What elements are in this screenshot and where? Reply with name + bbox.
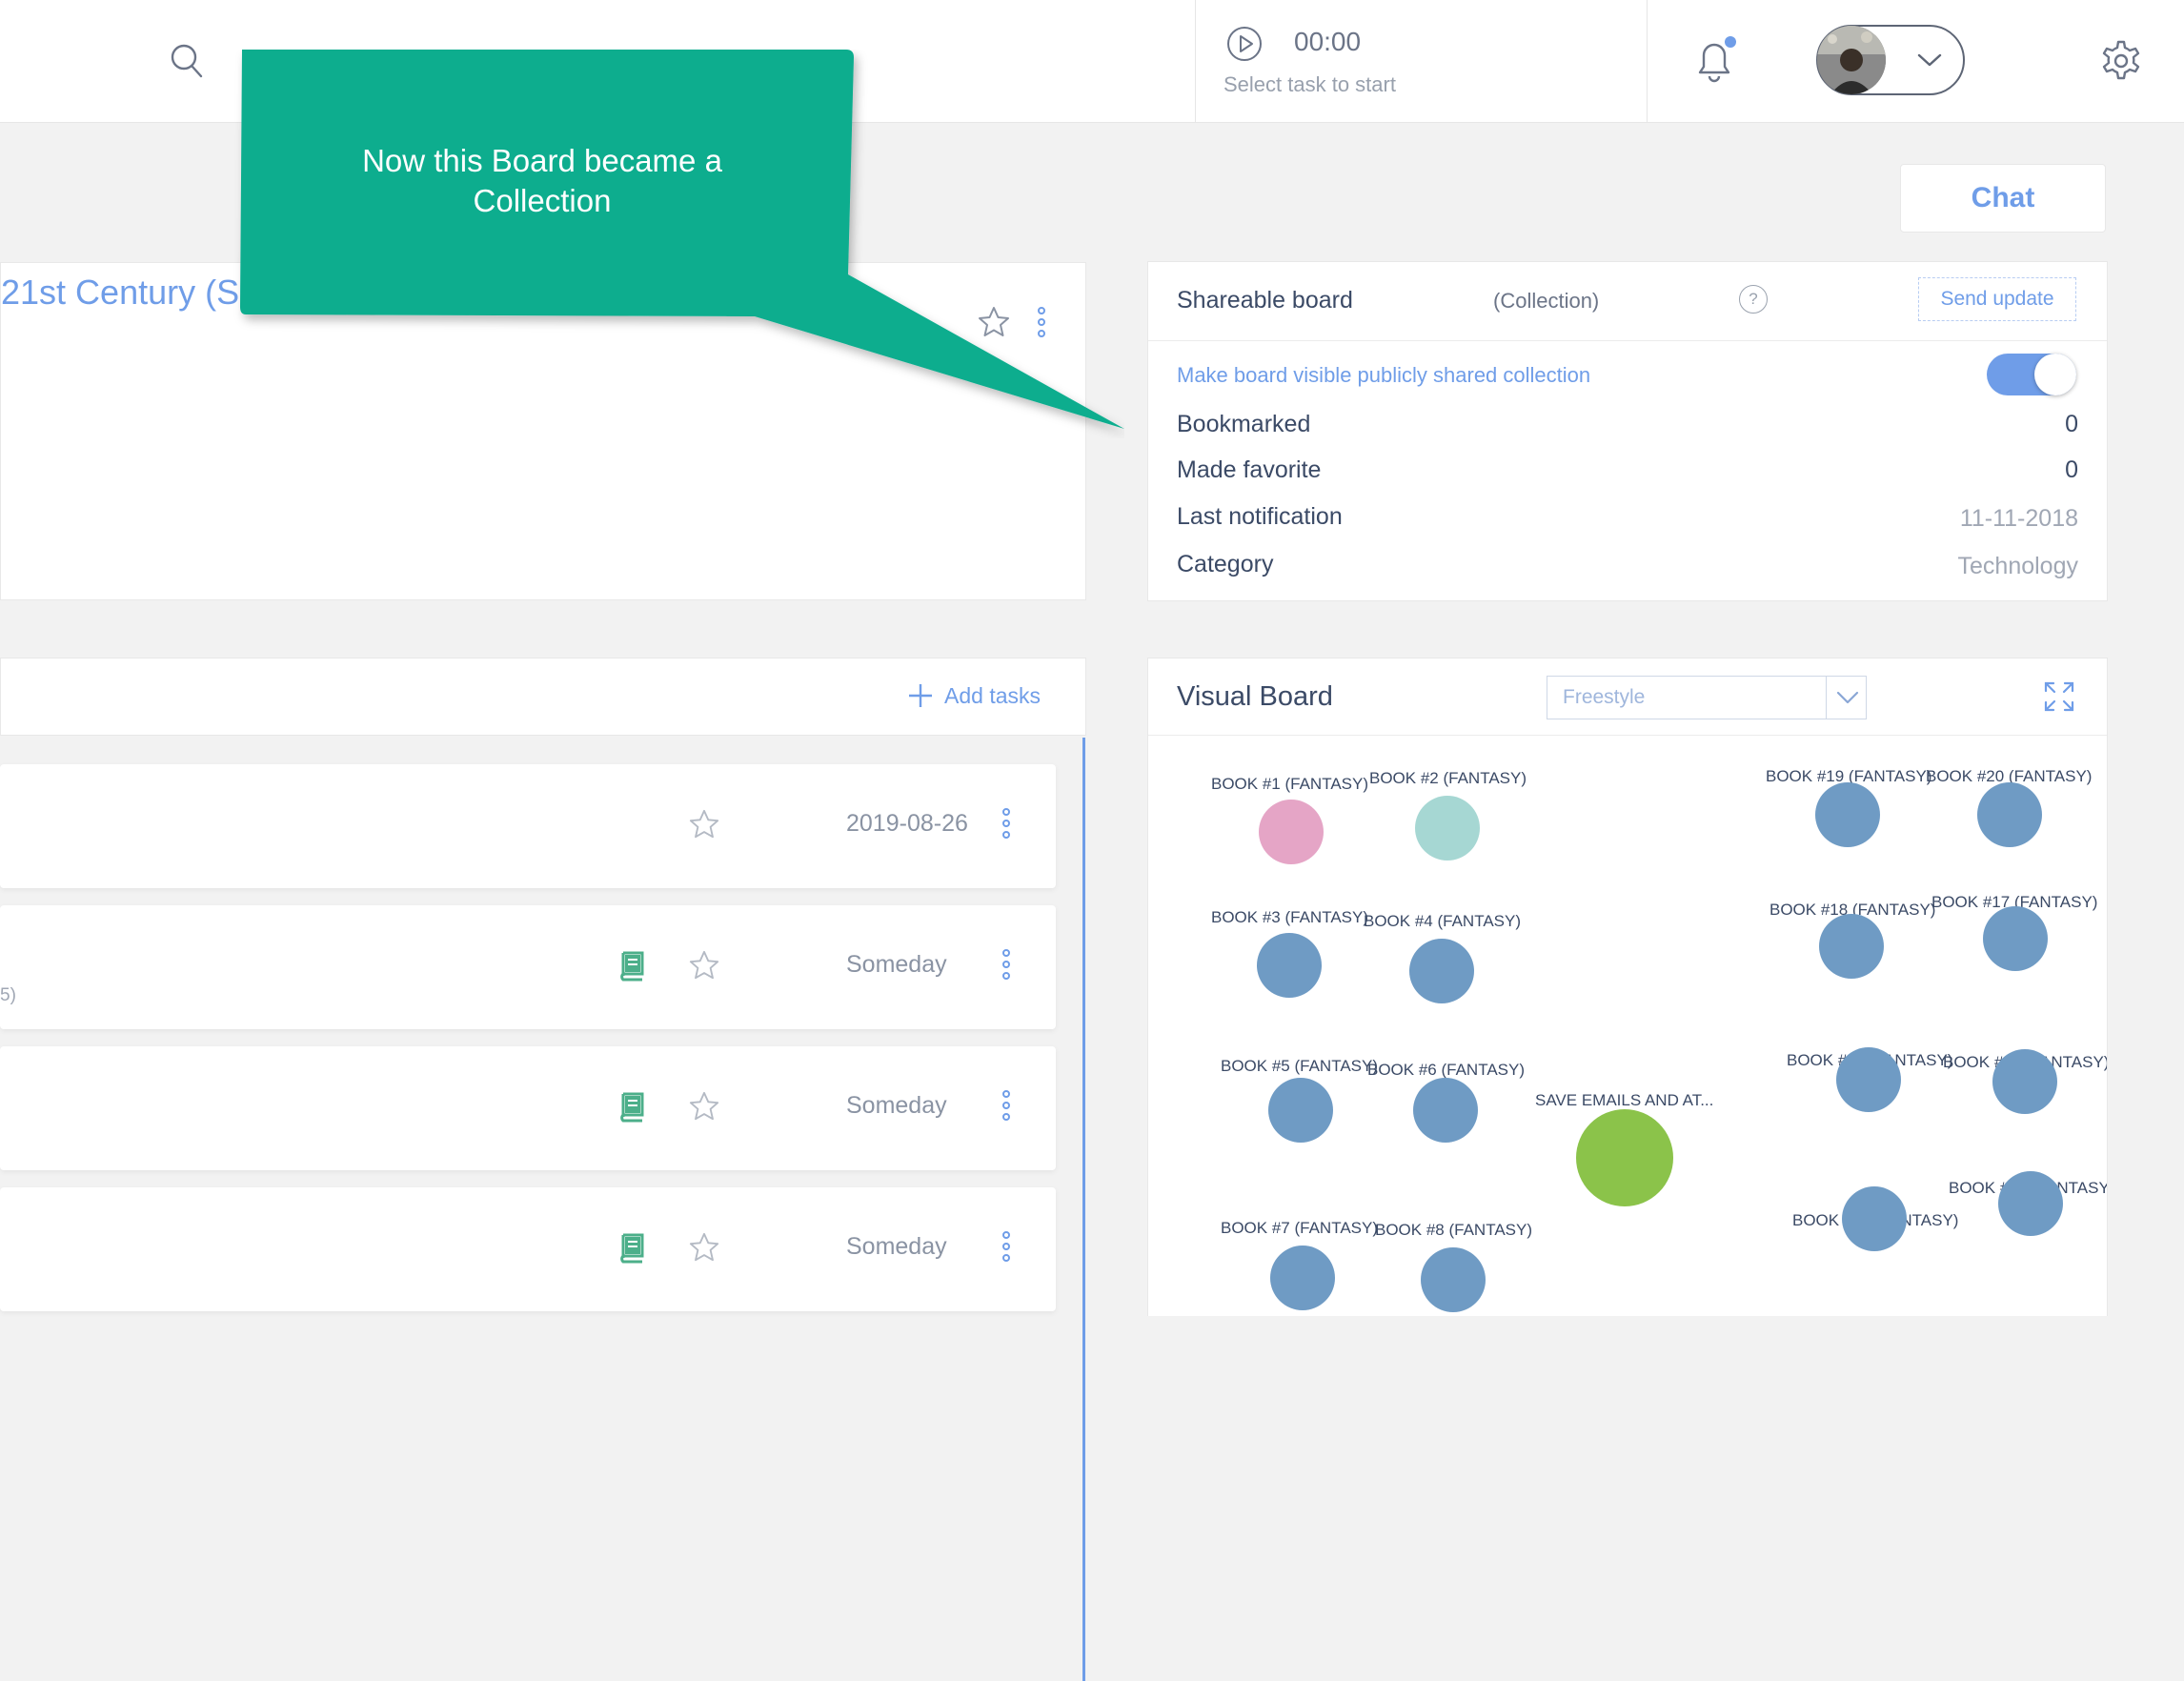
task-note: 5) — [0, 985, 16, 1005]
chat-button[interactable]: Chat — [1900, 164, 2106, 233]
visual-board-title: Visual Board — [1177, 681, 1333, 712]
timer-display: 00:00 — [1294, 27, 1362, 56]
task-menu-icon[interactable] — [1002, 1090, 1010, 1124]
callout-text: Now this Board became a Collection — [362, 143, 722, 218]
stat-label-last-notification: Last notification — [1177, 503, 1343, 530]
scroll-indicator[interactable] — [1082, 738, 1085, 1681]
task-menu-icon[interactable] — [1002, 949, 1010, 983]
chevron-down-icon — [1915, 50, 1944, 71]
shareable-title: Shareable board — [1177, 287, 1353, 314]
send-update-button[interactable]: Send update — [1918, 277, 2076, 321]
add-tasks-button[interactable]: Add tasks — [906, 681, 1041, 710]
board-node[interactable] — [1576, 1109, 1673, 1206]
book-icon — [616, 949, 648, 982]
timer-hint: Select task to start — [1223, 72, 1396, 96]
node-label: SAVE EMAILS AND AT... — [1535, 1091, 1714, 1109]
stat-label-category: Category — [1177, 551, 1274, 577]
board-node[interactable] — [1992, 1049, 2057, 1114]
star-icon[interactable] — [688, 1090, 720, 1123]
task-due-date: Someday — [846, 951, 947, 978]
expand-icon[interactable] — [2042, 679, 2076, 714]
board-node[interactable] — [1998, 1171, 2063, 1236]
chevron-down-icon — [1835, 688, 1860, 707]
board-node[interactable] — [1983, 906, 2048, 971]
task-row[interactable]: 2019-08-26 — [0, 764, 1056, 888]
tasks-header: Add tasks — [0, 658, 1086, 736]
node-label: BOOK #4 (FANTASY) — [1364, 912, 1522, 930]
bell-icon[interactable] — [1689, 34, 1740, 86]
node-label: BOOK #1 (FANTASY) — [1211, 775, 1369, 793]
node-label: BOOK #5 (FANTASY) — [1221, 1057, 1379, 1075]
visibility-label: Make board visible publicly shared colle… — [1177, 363, 1591, 387]
search-icon[interactable] — [170, 42, 204, 80]
task-menu-icon[interactable] — [1002, 808, 1010, 842]
stat-value-category: Technology — [1957, 553, 2078, 579]
board-node[interactable] — [1819, 914, 1884, 979]
visual-board-canvas[interactable]: BOOK #1 (FANTASY) BOOK #2 (FANTASY) BOOK #… — [1148, 737, 2107, 1317]
toggle-knob — [2034, 354, 2076, 395]
board-node[interactable] — [1842, 1186, 1907, 1251]
book-icon — [616, 1090, 648, 1123]
avatar — [1817, 26, 1886, 94]
board-node[interactable] — [1268, 1078, 1333, 1143]
task-row[interactable]: Someday — [0, 1187, 1056, 1311]
layout-select-value: Freestyle — [1563, 686, 1646, 708]
visual-board-card: Visual Board Freestyle BOOK #1 (FANTASY)… — [1147, 658, 2108, 1316]
node-label: BOOK #2 (FANTASY) — [1369, 769, 1527, 787]
help-icon[interactable]: ? — [1739, 285, 1768, 314]
gear-icon[interactable] — [2098, 38, 2144, 84]
play-icon[interactable] — [1225, 25, 1264, 63]
divider — [1148, 340, 2107, 341]
board-type-label: (Collection) — [1493, 289, 1600, 313]
stat-label-bookmarked: Bookmarked — [1177, 411, 1311, 437]
board-node[interactable] — [1815, 782, 1880, 847]
divider — [1148, 735, 2107, 736]
board-title[interactable]: 21st Century (Sc — [1, 273, 256, 313]
stat-label-favorite: Made favorite — [1177, 456, 1322, 483]
board-node[interactable] — [1977, 782, 2042, 847]
stat-value-last-notification: 11-11-2018 — [1959, 505, 2078, 532]
board-node[interactable] — [1259, 800, 1324, 864]
node-label: BOOK #7 (FANTASY) — [1221, 1219, 1379, 1237]
tasks-panel: Add tasks 2019-08-26 5) Someday Someday — [0, 658, 1086, 1681]
visibility-toggle[interactable] — [1987, 354, 2076, 395]
task-row[interactable]: Someday — [0, 1046, 1056, 1170]
task-due-date: 2019-08-26 — [846, 810, 968, 837]
star-icon[interactable] — [688, 949, 720, 982]
node-label: BOOK #6 (FANTASY) — [1367, 1061, 1526, 1079]
board-node[interactable] — [1836, 1047, 1901, 1112]
task-menu-icon[interactable] — [1002, 1231, 1010, 1266]
layout-select[interactable]: Freestyle — [1547, 676, 1867, 719]
callout-annotation: Now this Board became a Collection — [233, 50, 1124, 438]
plus-icon — [906, 681, 935, 710]
select-divider — [1826, 677, 1827, 719]
board-node[interactable] — [1415, 796, 1480, 861]
stat-value-bookmarked: 0 — [2065, 411, 2078, 437]
node-label: BOOK #8 (FANTASY) — [1375, 1221, 1533, 1239]
book-icon — [616, 1231, 648, 1264]
stat-value-favorite: 0 — [2065, 456, 2078, 483]
board-node[interactable] — [1421, 1247, 1486, 1312]
board-node[interactable] — [1409, 939, 1474, 1003]
star-icon[interactable] — [688, 1231, 720, 1264]
board-node[interactable] — [1270, 1246, 1335, 1310]
task-row[interactable]: 5) Someday — [0, 905, 1056, 1029]
board-node[interactable] — [1413, 1078, 1478, 1143]
add-tasks-label: Add tasks — [944, 682, 1041, 708]
shareable-card: Shareable board (Collection) ? Send upda… — [1147, 261, 2108, 601]
board-node[interactable] — [1257, 933, 1322, 998]
star-icon[interactable] — [688, 808, 720, 840]
task-due-date: Someday — [846, 1233, 947, 1260]
node-label: BOOK #3 (FANTASY) — [1211, 908, 1369, 926]
user-menu[interactable] — [1816, 25, 1965, 95]
task-due-date: Someday — [846, 1092, 947, 1119]
